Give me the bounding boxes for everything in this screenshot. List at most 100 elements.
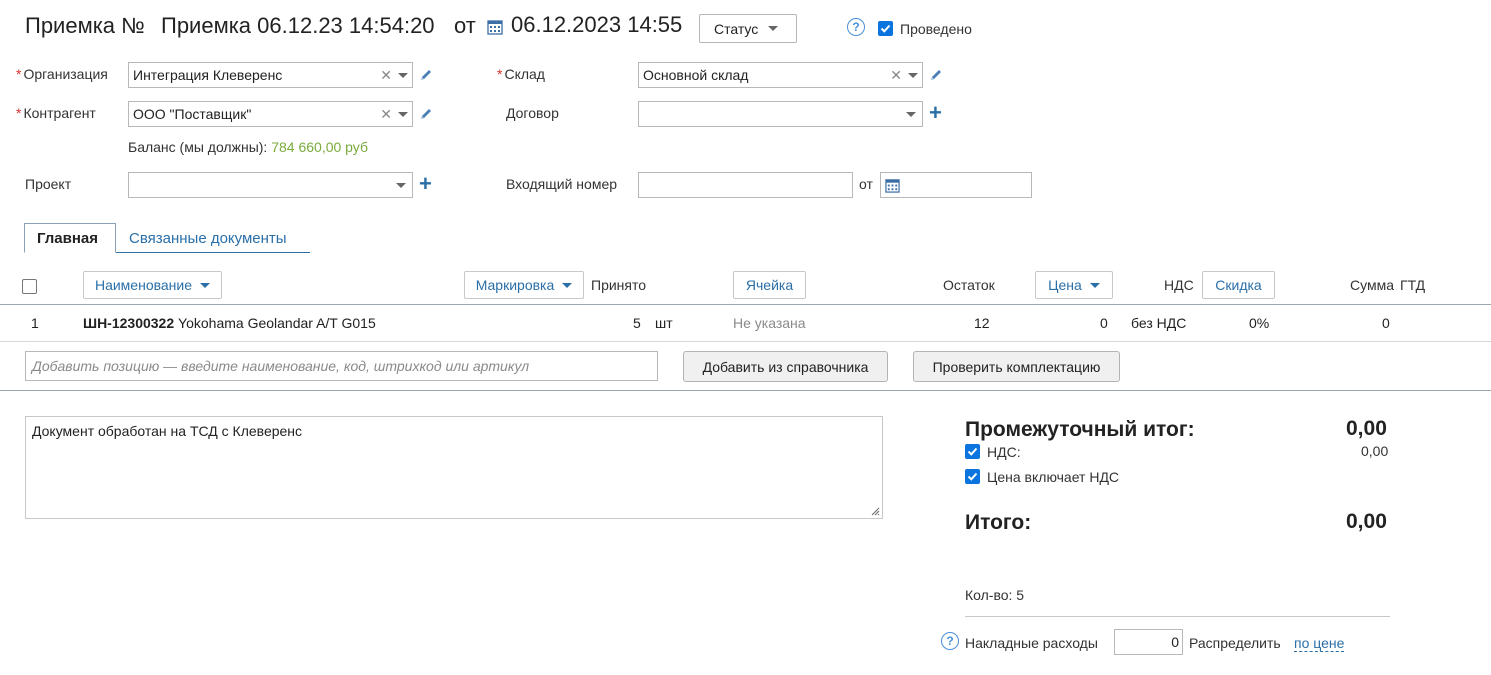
column-price-label: Цена xyxy=(1048,277,1082,293)
balance-value: 784 660,00 руб xyxy=(271,139,368,155)
posted-checkbox[interactable] xyxy=(878,21,893,36)
column-name-sort[interactable]: Наименование xyxy=(83,271,222,299)
chevron-down-icon[interactable] xyxy=(908,72,918,78)
row-sum: 0 xyxy=(1382,315,1390,331)
status-label: Статус xyxy=(714,20,759,37)
chevron-down-icon[interactable] xyxy=(398,72,408,78)
row-price[interactable]: 0 xyxy=(1100,315,1108,331)
distribute-by-price-link[interactable]: по цене xyxy=(1294,635,1345,652)
project-select[interactable] xyxy=(128,172,413,198)
check-completeness-button[interactable]: Проверить комплектацию xyxy=(913,351,1120,382)
column-gtd-label: ГТД xyxy=(1400,277,1426,293)
column-accepted-label: Принято xyxy=(591,277,647,293)
contract-select[interactable] xyxy=(638,101,923,127)
contract-label: Договор xyxy=(506,105,559,121)
row-cell[interactable]: Не указана xyxy=(733,315,806,331)
add-from-catalog-button[interactable]: Добавить из справочника xyxy=(683,351,888,382)
edit-icon[interactable] xyxy=(419,68,433,82)
row-product[interactable]: ШН-12300322 Yokohama Geolandar A/T G015 xyxy=(83,315,376,331)
incoming-number-label: Входящий номер xyxy=(506,176,618,192)
warehouse-select[interactable]: Основной склад ✕ xyxy=(638,62,923,88)
doc-name[interactable]: Приемка 06.12.23 14:54:20 xyxy=(161,13,435,39)
tab-related-documents[interactable]: Связанные документы xyxy=(117,223,299,254)
distribute-label: Распределить xyxy=(1189,635,1281,651)
table-row[interactable]: 1 ШН-12300322 Yokohama Geolandar A/T G01… xyxy=(0,305,1491,341)
section-divider xyxy=(0,390,1491,391)
chevron-down-icon xyxy=(1089,282,1100,288)
incoming-date-input[interactable] xyxy=(880,172,1032,198)
vat-label: НДС: xyxy=(987,444,1021,460)
chevron-down-icon xyxy=(768,26,779,31)
column-marking-sort[interactable]: Маркировка xyxy=(464,271,584,299)
warehouse-value: Основной склад xyxy=(643,67,749,83)
organization-label: * Организация xyxy=(16,66,108,82)
column-name-label: Наименование xyxy=(94,277,193,293)
project-label: Проект xyxy=(25,176,72,192)
chevron-down-icon xyxy=(562,282,573,288)
total-label: Итого: xyxy=(965,511,1032,534)
from-label: от xyxy=(454,13,476,38)
row-vat[interactable]: без НДС xyxy=(1131,315,1186,331)
edit-icon[interactable] xyxy=(929,68,943,82)
overhead-help-icon[interactable]: ? xyxy=(941,632,959,650)
calendar-icon[interactable] xyxy=(487,19,503,35)
price-includes-vat-label: Цена включает НДС xyxy=(987,469,1120,485)
clear-icon[interactable]: ✕ xyxy=(380,106,392,123)
calendar-icon[interactable] xyxy=(885,178,900,193)
column-vat-label: НДС xyxy=(1164,277,1194,293)
checkmark-icon xyxy=(967,447,978,456)
organization-value: Интеграция Клеверенс xyxy=(133,67,283,83)
incoming-from-label: от xyxy=(859,176,873,192)
overhead-value: 0 xyxy=(1171,634,1179,650)
clear-icon[interactable]: ✕ xyxy=(890,67,902,84)
column-cell-label: Ячейка xyxy=(745,277,794,293)
add-project-plus-icon[interactable]: + xyxy=(419,173,432,195)
subtotal-label: Промежуточный итог: xyxy=(965,418,1195,441)
counterparty-value: ООО "Поставщик" xyxy=(133,106,252,122)
help-icon[interactable]: ? xyxy=(847,18,865,36)
select-all-checkbox[interactable] xyxy=(22,279,37,294)
counterparty-label: * Контрагент xyxy=(16,105,96,121)
vat-checkbox[interactable] xyxy=(965,444,980,459)
counterparty-select[interactable]: ООО "Поставщик" ✕ xyxy=(128,101,413,127)
column-cell-button[interactable]: Ячейка xyxy=(733,271,806,299)
tab-main[interactable]: Главная xyxy=(24,223,116,253)
overhead-label: Накладные расходы xyxy=(965,635,1098,651)
resize-grip-icon[interactable] xyxy=(871,507,880,516)
add-contract-plus-icon[interactable]: + xyxy=(929,102,942,124)
checkmark-icon xyxy=(880,24,891,33)
chevron-down-icon[interactable] xyxy=(906,111,916,117)
row-remainder: 12 xyxy=(974,315,990,331)
clear-icon[interactable]: ✕ xyxy=(380,67,392,84)
balance: Баланс (мы должны): 784 660,00 руб xyxy=(128,139,368,155)
row-qty[interactable]: 5 xyxy=(633,315,641,331)
organization-select[interactable]: Интеграция Клеверенс ✕ xyxy=(128,62,413,88)
column-sum-label: Сумма xyxy=(1350,277,1394,293)
column-price-sort[interactable]: Цена xyxy=(1035,271,1113,299)
status-dropdown[interactable]: Статус xyxy=(699,14,797,43)
doc-type-label: Приемка № xyxy=(25,13,145,38)
posted-label: Проведено xyxy=(900,21,972,37)
column-remainder-label: Остаток xyxy=(943,277,995,293)
row-number: 1 xyxy=(31,315,39,331)
add-position-placeholder: Добавить позицию — введите наименование,… xyxy=(32,358,530,374)
balance-label: Баланс (мы должны): xyxy=(128,139,268,155)
row-discount[interactable]: 0% xyxy=(1249,315,1269,331)
price-includes-vat-checkbox[interactable] xyxy=(965,469,980,484)
quantity-summary: Кол-во: 5 xyxy=(965,587,1025,603)
edit-icon[interactable] xyxy=(419,107,433,121)
chevron-down-icon[interactable] xyxy=(398,111,408,117)
column-discount-button[interactable]: Скидка xyxy=(1202,271,1275,299)
incoming-number-input[interactable] xyxy=(638,172,853,198)
row-product-name: Yokohama Geolandar A/T G015 xyxy=(178,315,376,331)
comment-textarea[interactable]: Документ обработан на ТСД с Клеверенс xyxy=(25,416,883,519)
chevron-down-icon[interactable] xyxy=(396,182,406,188)
doc-datetime[interactable]: 06.12.2023 14:55 xyxy=(511,12,682,38)
row-product-code: ШН-12300322 xyxy=(83,315,175,331)
chevron-down-icon xyxy=(200,282,211,288)
overhead-input[interactable]: 0 xyxy=(1114,629,1183,655)
add-position-input[interactable]: Добавить позицию — введите наименование,… xyxy=(25,351,658,381)
vat-value: 0,00 xyxy=(1361,443,1389,459)
totals-divider xyxy=(965,616,1390,617)
total-value: 0,00 xyxy=(1346,510,1387,533)
